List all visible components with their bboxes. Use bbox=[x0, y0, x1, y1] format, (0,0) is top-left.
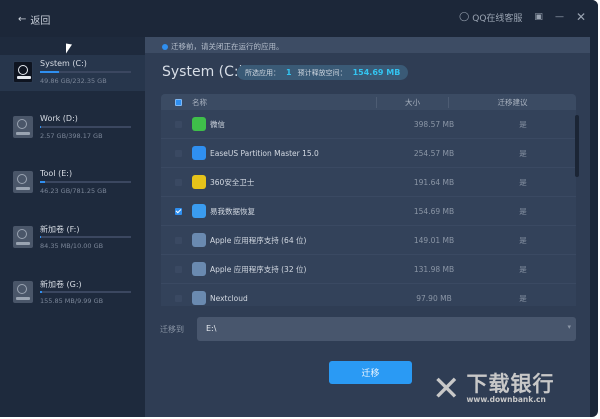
drive-item[interactable]: Work (D:) 2.57 GB/398.17 GB bbox=[0, 110, 145, 146]
table-scrollbar[interactable] bbox=[575, 115, 579, 177]
drive-item[interactable]: System (C:) 49.86 GB/232.35 GB bbox=[0, 55, 145, 91]
notice-bar: 迁移前，请关闭正在运行的应用。 bbox=[145, 37, 590, 53]
selection-summary: 所选应用： 1 预计释放空间： 154.69 MB bbox=[237, 65, 409, 80]
migrate-to-label: 迁移到 bbox=[160, 325, 184, 334]
row-checkbox[interactable] bbox=[175, 236, 182, 244]
usage-bar bbox=[40, 126, 131, 128]
menu-icon[interactable]: ▣ bbox=[534, 12, 543, 22]
drive-item[interactable]: 新加卷 (G:) 155.85 MB/9.99 GB bbox=[0, 275, 145, 311]
table-row[interactable]: Apple 应用程序支持 (64 位) 149.01 MB 是 bbox=[161, 226, 576, 255]
minimize-icon[interactable]: — bbox=[555, 12, 564, 22]
arrow-left-icon: ← bbox=[18, 14, 27, 25]
row-checkbox[interactable] bbox=[175, 149, 182, 157]
main-panel: 迁移前，请关闭正在运行的应用。 System (C:) 所选应用： 1 预计释放空… bbox=[145, 37, 590, 417]
migrate-target-select[interactable]: E:\ bbox=[197, 317, 576, 341]
row-checkbox[interactable] bbox=[175, 294, 182, 302]
usage-bar bbox=[40, 236, 131, 238]
table-row[interactable]: 360安全卫士 191.64 MB 是 bbox=[161, 168, 576, 197]
row-checkbox[interactable] bbox=[175, 120, 182, 128]
close-icon[interactable]: ✕ bbox=[576, 10, 586, 24]
hard-drive-icon bbox=[13, 61, 33, 83]
hard-drive-icon bbox=[13, 116, 33, 138]
header-size[interactable]: 大小 bbox=[377, 96, 449, 108]
app-icon bbox=[192, 117, 206, 131]
usage-bar bbox=[40, 71, 131, 73]
app-table: 名称 大小 迁移建议 微信 398.57 MB 是 EaseUS Partiti… bbox=[161, 94, 576, 306]
drive-item[interactable]: Tool (E:) 46.23 GB/781.25 GB bbox=[0, 165, 145, 201]
info-icon bbox=[162, 43, 168, 50]
migrate-button[interactable]: 迁移 bbox=[329, 361, 412, 384]
table-row[interactable]: Nextcloud 97.90 MB 是 bbox=[161, 284, 576, 306]
table-row[interactable]: Apple 应用程序支持 (32 位) 131.98 MB 是 bbox=[161, 255, 576, 284]
table-row[interactable]: EaseUS Partition Master 15.0 254.57 MB 是 bbox=[161, 139, 576, 168]
table-row[interactable]: 易我数据恢复 154.69 MB 是 bbox=[161, 197, 576, 226]
header-suggestion: 迁移建议 bbox=[497, 97, 528, 107]
app-icon bbox=[192, 146, 206, 160]
app-icon bbox=[192, 291, 206, 305]
usage-bar bbox=[40, 181, 131, 183]
back-button[interactable]: ← 返回 bbox=[18, 12, 50, 27]
app-window: ← 返回 ◯ QQ在线客服 ▣ — ✕ System (C:) 49.86 GB/2… bbox=[0, 0, 598, 417]
hard-drive-icon bbox=[13, 281, 33, 303]
app-icon bbox=[192, 233, 206, 247]
row-checkbox[interactable] bbox=[175, 265, 182, 273]
qq-support-button[interactable]: ◯ QQ在线客服 bbox=[459, 11, 522, 24]
watermark-logo-icon: ✕ bbox=[432, 369, 461, 409]
mouse-cursor bbox=[66, 43, 72, 55]
qq-icon: ◯ bbox=[459, 12, 470, 22]
hard-drive-icon bbox=[13, 226, 33, 248]
drive-sidebar: System (C:) 49.86 GB/232.35 GB Work (D:)… bbox=[0, 37, 145, 417]
app-icon bbox=[192, 204, 206, 218]
table-header: 名称 大小 迁移建议 bbox=[161, 94, 576, 110]
titlebar: ← 返回 ◯ QQ在线客服 ▣ — ✕ bbox=[0, 0, 598, 37]
table-row[interactable]: 微信 398.57 MB 是 bbox=[161, 110, 576, 139]
row-checkbox[interactable] bbox=[175, 178, 182, 186]
select-all-checkbox[interactable] bbox=[175, 98, 182, 106]
app-icon bbox=[192, 262, 206, 276]
usage-bar bbox=[40, 291, 131, 293]
row-checkbox[interactable] bbox=[175, 207, 182, 215]
app-icon bbox=[192, 175, 206, 189]
drive-item[interactable]: 新加卷 (F:) 84.35 MB/10.00 GB bbox=[0, 220, 145, 256]
hard-drive-icon bbox=[13, 171, 33, 193]
page-title: System (C:) bbox=[162, 64, 245, 80]
watermark: ✕ 下载银行 www.downbank.cn bbox=[432, 369, 555, 409]
